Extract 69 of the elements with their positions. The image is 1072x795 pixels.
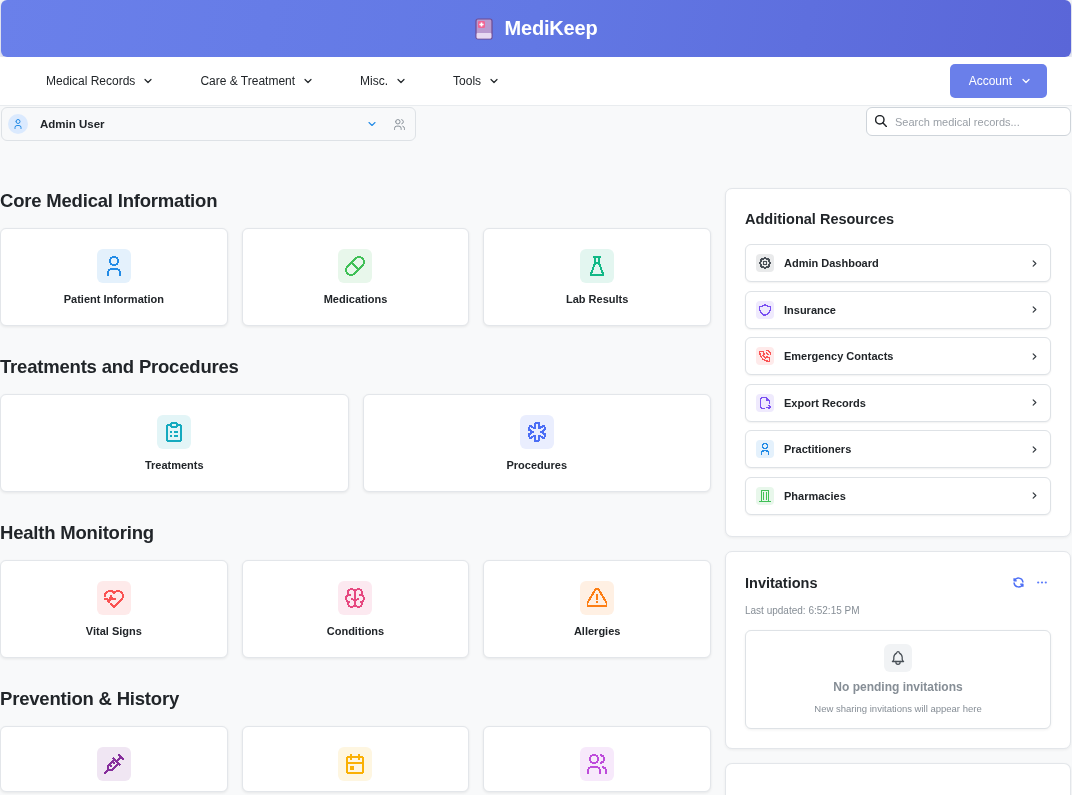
user-selector[interactable]: Admin User (1, 107, 416, 141)
record-card[interactable]: Vital Signs (0, 560, 228, 658)
warning-icon (580, 581, 615, 615)
pill-icon (338, 249, 373, 283)
nav-menu-button[interactable]: Misc. (348, 68, 419, 94)
section-title: Core Medical Information (0, 189, 219, 213)
resource-link[interactable]: Practitioners (745, 430, 1051, 469)
nav-menu-button[interactable]: Tools (441, 68, 512, 94)
refresh-icon[interactable] (1011, 575, 1025, 590)
brain-icon (338, 581, 373, 615)
chevron-down-icon (396, 76, 407, 86)
asterisk-icon (519, 415, 554, 449)
chevron-down-icon (143, 76, 154, 86)
phone-icon (756, 347, 774, 366)
resource-link[interactable]: Pharmacies (745, 476, 1051, 515)
record-card[interactable]: Patient Information (0, 228, 228, 326)
last-updated-text: Last updated: 6:52:15 PM (745, 603, 861, 618)
person-icon (8, 114, 28, 134)
chevron-right-icon (1030, 258, 1039, 268)
resource-link[interactable]: Insurance (745, 290, 1051, 329)
empty-state-text: New sharing invitations will appear here (814, 701, 982, 716)
record-card[interactable]: Allergies (483, 560, 711, 658)
chevron-right-icon (1030, 305, 1039, 315)
account-button[interactable]: Account (949, 64, 1047, 98)
record-card[interactable] (483, 726, 711, 792)
app-title: MediKeep (504, 17, 598, 40)
nav-menu-button[interactable]: Care & Treatment (188, 68, 326, 94)
building-icon (756, 486, 774, 505)
record-card[interactable]: Lab Results (483, 228, 711, 326)
panel-title: Additional Resources (745, 210, 896, 229)
search-field[interactable]: Search medical records... (866, 107, 1071, 136)
record-card[interactable]: Medications (241, 228, 470, 326)
calendar-icon (338, 747, 373, 781)
clipboard-icon (157, 415, 192, 449)
shield-icon (756, 300, 774, 319)
chevron-down-icon (489, 76, 500, 86)
resource-link[interactable]: Admin Dashboard (745, 244, 1051, 282)
record-card[interactable]: Conditions (241, 560, 470, 658)
people-icon[interactable] (394, 118, 405, 130)
bell-icon (884, 643, 912, 672)
resource-link[interactable]: Emergency Contacts (745, 337, 1051, 376)
chevron-right-icon (1030, 444, 1039, 454)
document-icon (756, 393, 774, 412)
record-card[interactable] (241, 726, 470, 792)
chevron-down-icon (1021, 76, 1031, 86)
gear-icon (756, 254, 774, 272)
section-title: Treatments and Procedures (0, 355, 240, 379)
people-icon (580, 747, 615, 781)
chevron-right-icon (1030, 351, 1039, 361)
heartbeat-icon (96, 581, 131, 615)
search-icon (875, 115, 887, 127)
flask-icon (580, 249, 615, 283)
section-title: Health Monitoring (0, 521, 155, 545)
record-card[interactable]: Procedures (362, 394, 711, 492)
section-title: Prevention & History (0, 687, 180, 711)
record-card[interactable]: Treatments (0, 394, 349, 492)
person-icon (756, 440, 774, 459)
nav-menu-button[interactable]: Medical Records (34, 68, 166, 94)
empty-state-title: No pending invitations (833, 678, 963, 695)
person-icon (96, 249, 131, 283)
chevron-down-icon (303, 76, 314, 86)
chevron-down-icon (367, 119, 377, 129)
record-card[interactable] (0, 726, 228, 792)
chevron-right-icon (1030, 398, 1039, 408)
resource-link[interactable]: Export Records (745, 383, 1051, 422)
chevron-right-icon (1030, 491, 1039, 501)
panel-title: Invitations (745, 573, 818, 593)
syringe-icon (96, 747, 131, 781)
medical-book-icon (474, 17, 493, 40)
